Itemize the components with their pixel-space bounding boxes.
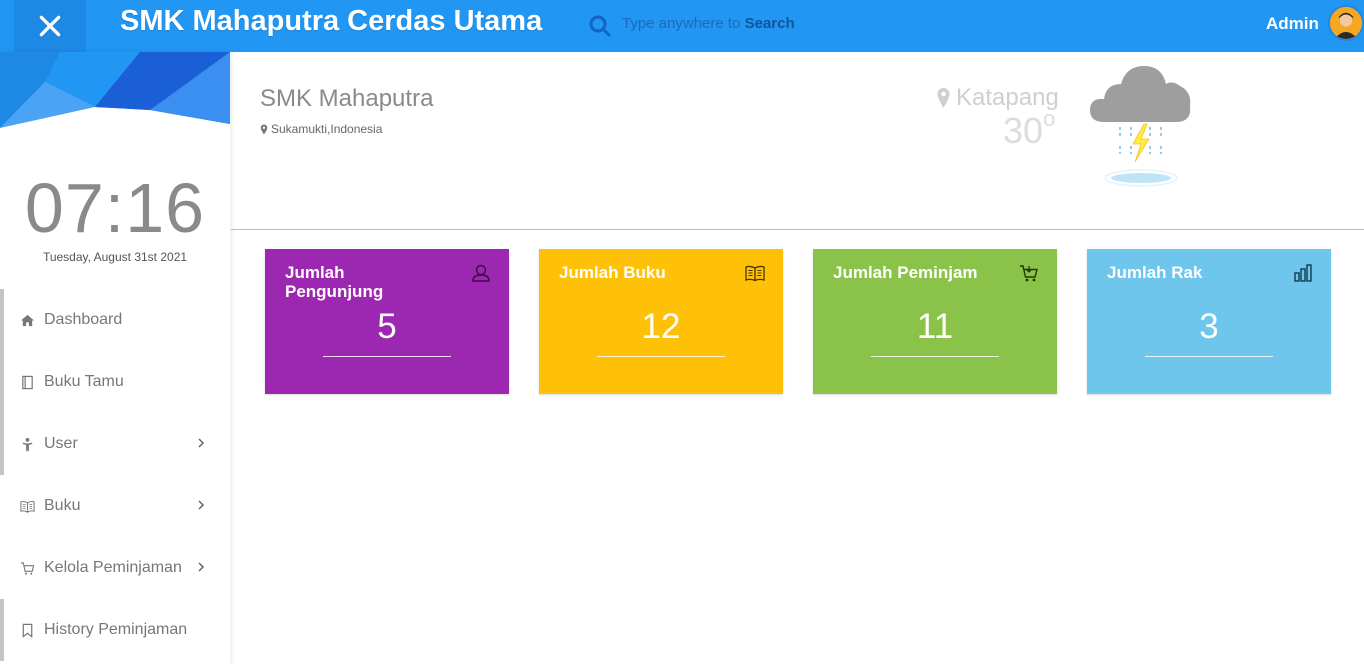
search-input[interactable]: Type anywhere to Search xyxy=(622,15,795,32)
close-sidebar-button[interactable] xyxy=(14,0,86,52)
card-value: 5 xyxy=(377,307,397,346)
cart-icon xyxy=(18,559,36,577)
search-hint-prefix: Type anywhere to xyxy=(622,15,741,32)
card-title: Jumlah Buku xyxy=(559,263,666,282)
sidebar-item-label: Kelola Peminjaman xyxy=(44,559,182,576)
card-title: Jumlah Rak xyxy=(1107,263,1203,282)
chevron-right-icon xyxy=(198,500,205,510)
sidebar-item-buku-tamu[interactable]: Buku Tamu xyxy=(0,351,230,413)
school-location-text: Sukamukti,Indonesia xyxy=(271,122,383,136)
card-value: 11 xyxy=(916,307,954,346)
weather-temperature-value: 30 xyxy=(1003,110,1044,151)
card-title: Jumlah Peminjam xyxy=(833,263,978,282)
card-value: 12 xyxy=(641,307,681,346)
map-marker-icon xyxy=(260,124,268,134)
weather-city: Katapang xyxy=(936,84,1059,112)
sidebar: 07:16 Tuesday, August 31st 2021 Dashboar… xyxy=(0,52,230,664)
card-divider xyxy=(323,356,451,357)
stat-card-rak[interactable]: Jumlah Rak 3 xyxy=(1087,249,1331,394)
bookmark-icon xyxy=(18,621,36,639)
person-icon xyxy=(18,435,36,453)
sidebar-item-kelola-peminjaman[interactable]: Kelola Peminjaman xyxy=(0,537,230,599)
card-divider xyxy=(871,356,999,357)
top-bar: SMK Mahaputra Cerdas Utama Type anywhere… xyxy=(0,0,1364,52)
sidebar-item-buku[interactable]: Buku xyxy=(0,475,230,537)
sidebar-item-dashboard[interactable]: Dashboard xyxy=(0,289,230,351)
user-name[interactable]: Admin xyxy=(1266,14,1319,34)
weather-temperature: 30o xyxy=(1003,106,1055,152)
sidebar-date: Tuesday, August 31st 2021 xyxy=(42,250,188,264)
sidebar-clock: 07:16 xyxy=(24,169,206,247)
card-value: 3 xyxy=(1199,307,1219,346)
sidebar-item-label: Buku Tamu xyxy=(44,373,124,390)
school-location: Sukamukti,Indonesia xyxy=(260,122,382,136)
book-icon xyxy=(745,263,765,283)
sidebar-item-label: Buku xyxy=(44,497,81,514)
stat-card-peminjam[interactable]: Jumlah Peminjam 11 xyxy=(813,249,1057,394)
stat-card-buku[interactable]: Jumlah Buku 12 xyxy=(539,249,783,394)
book-icon xyxy=(18,497,36,515)
stat-card-pengunjung[interactable]: Jumlah Pengunjung 5 xyxy=(265,249,509,394)
cart-icon xyxy=(1019,263,1039,283)
school-header: SMK Mahaputra Sukamukti,Indonesia Katapa… xyxy=(231,52,1364,230)
sidebar-item-label: User xyxy=(44,435,78,452)
close-icon xyxy=(39,15,61,37)
sidebar-menu: Dashboard Buku Tamu User Buku Kelola Pem… xyxy=(0,289,230,661)
user-icon xyxy=(471,263,491,283)
search-bar[interactable] xyxy=(588,12,612,40)
sidebar-banner xyxy=(0,52,230,128)
weather-degree: o xyxy=(1043,106,1056,131)
thunderstorm-cloud-icon xyxy=(1090,66,1191,187)
card-divider xyxy=(597,356,725,357)
notebook-icon xyxy=(18,373,36,391)
card-title: Jumlah Pengunjung xyxy=(285,263,384,301)
search-hint-keyword: Search xyxy=(744,15,795,32)
sidebar-item-history-peminjaman[interactable]: History Peminjaman xyxy=(0,599,230,661)
home-icon xyxy=(18,311,36,329)
school-name: SMK Mahaputra xyxy=(260,85,434,112)
chevron-right-icon xyxy=(198,562,205,572)
app-title: SMK Mahaputra Cerdas Utama xyxy=(120,5,543,37)
sidebar-item-label: Dashboard xyxy=(44,311,123,328)
card-divider xyxy=(1145,356,1273,357)
bar-chart-icon xyxy=(1293,263,1313,283)
chevron-right-icon xyxy=(198,438,205,448)
search-icon[interactable] xyxy=(588,14,612,38)
sidebar-item-user[interactable]: User xyxy=(0,413,230,475)
map-marker-icon xyxy=(937,88,950,108)
sidebar-item-label: History Peminjaman xyxy=(44,621,188,638)
avatar[interactable] xyxy=(1328,5,1364,41)
